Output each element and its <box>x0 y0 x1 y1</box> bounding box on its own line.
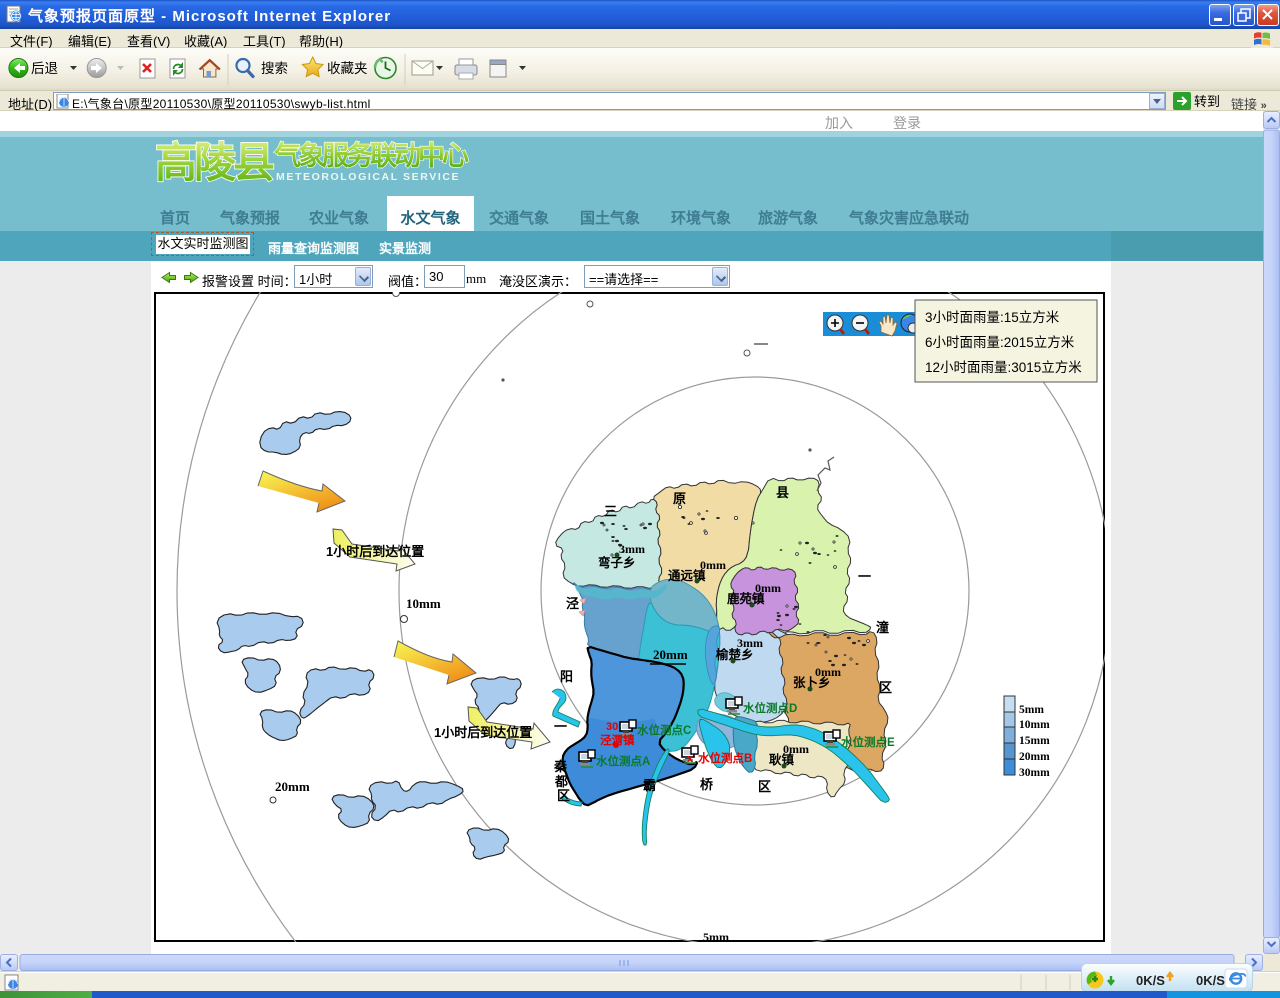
svg-text:0K/S: 0K/S <box>1136 973 1165 988</box>
svg-text:12小时面雨量:3015立方米: 12小时面雨量:3015立方米 <box>925 360 1082 375</box>
svg-text:三: 三 <box>604 504 617 519</box>
svg-text:10mm: 10mm <box>406 596 441 611</box>
svg-text:泾: 泾 <box>566 596 579 611</box>
svg-text:30: 30 <box>606 721 618 733</box>
svg-text:县: 县 <box>776 485 789 500</box>
svg-text:1小时后到达位置: 1小时后到达位置 <box>434 725 532 740</box>
svg-text:霸: 霸 <box>643 778 656 793</box>
svg-text:水位测点B: 水位测点B <box>698 751 752 765</box>
svg-text:水位测点E: 水位测点E <box>841 735 895 749</box>
svg-text:一: 一 <box>858 569 871 584</box>
svg-text:转到: 转到 <box>1194 94 1220 109</box>
svg-text:1小时后到达位置: 1小时后到达位置 <box>326 544 424 559</box>
svg-text:0K/S: 0K/S <box>1196 973 1225 988</box>
svg-text:潼: 潼 <box>876 620 889 635</box>
svg-text:一: 一 <box>554 719 567 734</box>
svg-text:气象服务联动中心: 气象服务联动中心 <box>273 140 469 171</box>
svg-text:水位测点D: 水位测点D <box>743 701 797 715</box>
svg-text:0mm: 0mm <box>700 558 726 572</box>
svg-text:收藏夹: 收藏夹 <box>327 61 368 76</box>
svg-text:0mm: 0mm <box>755 581 781 595</box>
svg-text:水位测点A: 水位测点A <box>596 754 650 768</box>
svg-text:3小时面雨量:15立方米: 3小时面雨量:15立方米 <box>925 310 1060 325</box>
svg-text:30mm: 30mm <box>1019 767 1050 779</box>
svg-text:3mm: 3mm <box>737 636 763 650</box>
svg-text:原: 原 <box>673 491 686 506</box>
svg-text:0mm: 0mm <box>783 742 809 756</box>
svg-text:区: 区 <box>758 779 771 794</box>
svg-text:区: 区 <box>879 680 892 695</box>
svg-text:0mm: 0mm <box>815 665 841 679</box>
svg-text:20mm: 20mm <box>275 779 310 794</box>
svg-text:都: 都 <box>554 774 568 789</box>
svg-text:高陵县: 高陵县 <box>155 139 274 186</box>
svg-text:区: 区 <box>557 788 570 803</box>
svg-text:5mm: 5mm <box>1019 704 1044 716</box>
svg-text:搜索: 搜索 <box>261 61 288 76</box>
svg-text:METEOROLOGICAL SERVICE: METEOROLOGICAL SERVICE <box>276 171 460 183</box>
svg-text:6小时面雨量:2015立方米: 6小时面雨量:2015立方米 <box>925 335 1075 350</box>
svg-text:桥: 桥 <box>700 777 714 792</box>
svg-text:10mm: 10mm <box>1019 719 1050 731</box>
svg-text:3mm: 3mm <box>619 542 645 556</box>
svg-text:5mm: 5mm <box>703 930 729 942</box>
svg-text:x: x <box>687 753 694 765</box>
svg-text:15mm: 15mm <box>1019 735 1050 747</box>
svg-text:水位测点C: 水位测点C <box>637 723 691 737</box>
svg-text:秦: 秦 <box>553 759 568 774</box>
svg-text:20mm: 20mm <box>1019 751 1050 763</box>
svg-text:后退: 后退 <box>31 61 58 76</box>
svg-text:20mm: 20mm <box>653 647 688 662</box>
svg-text:阳: 阳 <box>560 669 573 684</box>
